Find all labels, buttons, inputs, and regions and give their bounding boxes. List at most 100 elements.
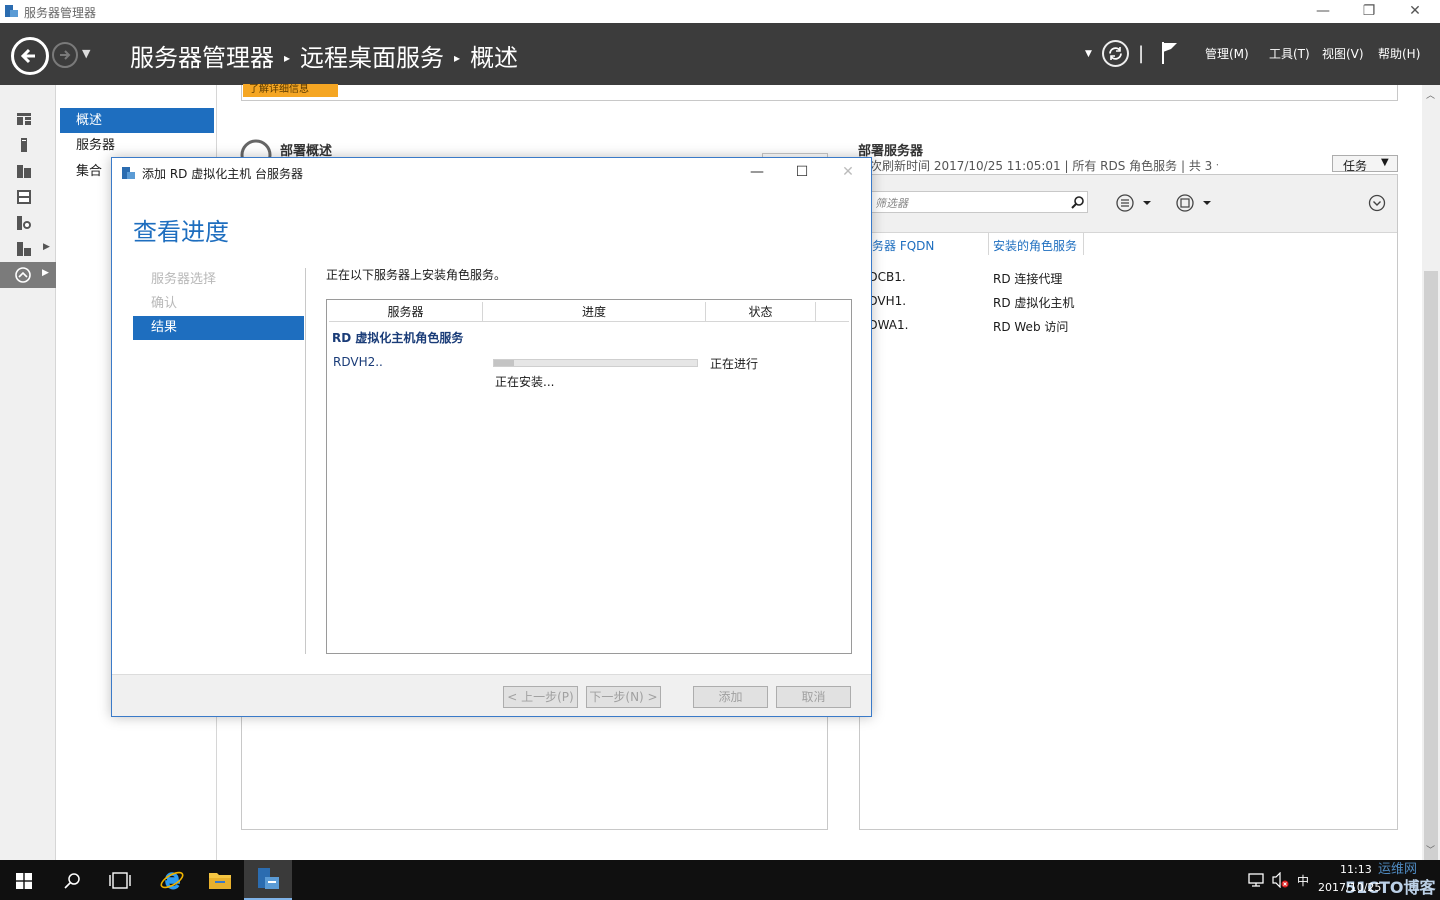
scroll-down-icon[interactable]: ﹀ bbox=[1426, 843, 1435, 856]
tasks-label: 任务 bbox=[1343, 159, 1368, 173]
column-header-server[interactable]: 服务器 bbox=[329, 302, 483, 322]
breadcrumb-separator-icon: ▸ bbox=[284, 51, 291, 65]
column-header-roles[interactable]: 安装的角色服务 bbox=[993, 237, 1077, 254]
close-button[interactable]: ✕ bbox=[1392, 0, 1438, 23]
expand-chevron-icon: ▶ bbox=[42, 268, 49, 278]
roles-group-icon[interactable] bbox=[16, 241, 32, 257]
all-servers-icon[interactable] bbox=[16, 163, 32, 179]
restore-button[interactable]: ❐ bbox=[1346, 0, 1392, 23]
back-button[interactable] bbox=[11, 37, 49, 75]
arrow-right-icon bbox=[60, 50, 71, 60]
scroll-up-icon[interactable]: ︿ bbox=[1426, 88, 1435, 101]
progress-list: 服务器 进度 状态 RD 虚拟化主机角色服务 RDVH2.. 正在进行 正在安装… bbox=[326, 299, 852, 654]
collapse-icon[interactable] bbox=[1368, 194, 1386, 212]
file-storage-icon[interactable] bbox=[16, 189, 32, 205]
dialog-description: 正在以下服务器上安装角色服务。 bbox=[326, 268, 507, 282]
breadcrumb-item[interactable]: 远程桌面服务 bbox=[300, 44, 444, 72]
dialog-minimize-button[interactable]: — bbox=[737, 158, 777, 188]
remote-desktop-icon bbox=[15, 267, 31, 283]
dashboard-icon[interactable] bbox=[16, 111, 32, 127]
iis-icon[interactable] bbox=[16, 215, 32, 231]
search-icon bbox=[64, 873, 80, 889]
menu-manage[interactable]: 管理(M) bbox=[1205, 23, 1249, 85]
dialog-titlebar: 添加 RD 虚拟化主机 台服务器 — ☐ ✕ bbox=[112, 158, 871, 188]
filter-placeholder: 筛选器 bbox=[875, 197, 908, 210]
step-confirmation: 确认 bbox=[151, 296, 178, 311]
menu-view[interactable]: 视图(V) bbox=[1322, 23, 1364, 85]
internet-explorer-icon bbox=[160, 871, 184, 890]
deployment-overview-panel bbox=[241, 717, 828, 830]
internet-explorer-button[interactable] bbox=[148, 860, 196, 900]
server-role-cell: RD 虚拟化主机 bbox=[993, 296, 1075, 310]
learn-more-banner[interactable]: 了解详细信息 bbox=[243, 84, 338, 97]
dialog-divider bbox=[305, 268, 306, 654]
last-refresh-info: 上次刷新时间 2017/10/25 11:05:01 | 所有 RDS 角色服务… bbox=[858, 159, 1218, 173]
local-server-icon[interactable] bbox=[16, 137, 32, 153]
install-status: 正在进行 bbox=[710, 357, 759, 371]
menu-help[interactable]: 帮助(H) bbox=[1378, 23, 1420, 85]
dialog-maximize-button[interactable]: ☐ bbox=[782, 158, 822, 188]
deployment-servers-panel: 筛选器 服务器 FQDN 安装的角色服务 RDCB1. RD 连接代理 RDVH… bbox=[859, 174, 1398, 830]
breadcrumb-separator-icon: ▸ bbox=[454, 51, 461, 65]
window-titlebar: 服务器管理器 — ❐ ✕ bbox=[0, 0, 1440, 23]
save-query-icon[interactable] bbox=[1176, 194, 1216, 212]
previous-button[interactable]: < 上一步(P) bbox=[503, 686, 578, 708]
notifications-flag-icon[interactable] bbox=[1160, 41, 1180, 65]
app-header: ▼ 服务器管理器 ▸ 远程桌面服务 ▸ 概述 ▼ | 管理(M) 工具(T) 视图(V)… bbox=[0, 23, 1440, 85]
welcome-panel: 了解详细信息 bbox=[241, 84, 1398, 101]
remote-desktop-nav-item[interactable]: ▶ bbox=[0, 262, 56, 288]
progress-fill bbox=[494, 360, 515, 366]
column-header-status[interactable]: 状态 bbox=[706, 302, 816, 322]
column-header-divider bbox=[329, 321, 849, 322]
network-icon[interactable] bbox=[1248, 873, 1264, 887]
subnav-item-servers[interactable]: 服务器 bbox=[60, 133, 214, 158]
vertical-scrollbar[interactable]: ︿ ﹀ bbox=[1422, 85, 1440, 900]
list-options-icon[interactable] bbox=[1116, 194, 1156, 212]
history-dropdown-icon[interactable]: ▼ bbox=[82, 47, 90, 60]
expand-chevron-icon[interactable]: ▶ bbox=[43, 242, 50, 252]
breadcrumb: 服务器管理器 ▸ 远程桌面服务 ▸ 概述 bbox=[130, 38, 518, 73]
dialog-footer: < 上一步(P) 下一步(N) > 添加 取消 bbox=[112, 674, 871, 716]
column-divider bbox=[988, 233, 989, 255]
column-divider bbox=[1083, 233, 1084, 255]
taskbar: 中 运维网 51CTO博客 11:13 2017/10/25 bbox=[0, 860, 1440, 900]
task-view-button[interactable] bbox=[96, 860, 144, 900]
ime-indicator[interactable]: 中 bbox=[1297, 872, 1309, 889]
server-manager-taskbar-button[interactable] bbox=[244, 860, 292, 900]
add-button[interactable]: 添加 bbox=[693, 686, 768, 708]
breadcrumb-item[interactable]: 服务器管理器 bbox=[130, 44, 274, 72]
windows-logo-icon bbox=[16, 873, 32, 889]
refresh-button[interactable] bbox=[1102, 40, 1129, 67]
server-manager-icon bbox=[122, 167, 135, 179]
server-name[interactable]: RDVH2.. bbox=[333, 355, 383, 369]
volume-muted-icon[interactable] bbox=[1271, 872, 1289, 888]
column-header-fqdn[interactable]: 服务器 FQDN bbox=[860, 237, 980, 254]
header-dropdown-icon[interactable]: ▼ bbox=[1085, 23, 1092, 85]
filter-input[interactable]: 筛选器 bbox=[870, 191, 1088, 213]
add-rd-virtualization-host-dialog: 添加 RD 虚拟化主机 台服务器 — ☐ ✕ 查看进度 服务器选择 确认 结果 … bbox=[111, 157, 872, 717]
clock-date[interactable]: 2017/10/25 bbox=[1318, 881, 1381, 894]
step-results[interactable]: 结果 bbox=[133, 316, 304, 340]
chevron-down-icon: ▼ bbox=[1381, 157, 1389, 168]
start-button[interactable] bbox=[0, 860, 48, 900]
search-button[interactable] bbox=[48, 860, 96, 900]
dialog-heading: 查看进度 bbox=[133, 218, 229, 246]
servers-tasks-button[interactable]: 任务 ▼ bbox=[1332, 155, 1398, 173]
forward-button[interactable] bbox=[52, 42, 78, 68]
arrow-left-icon bbox=[20, 48, 35, 64]
task-view-icon bbox=[109, 872, 131, 889]
subnav-item-overview[interactable]: 概述 bbox=[60, 108, 214, 133]
column-header-progress[interactable]: 进度 bbox=[483, 302, 706, 322]
next-button[interactable]: 下一步(N) > bbox=[586, 686, 661, 708]
server-manager-icon bbox=[258, 868, 279, 889]
search-icon[interactable] bbox=[1071, 195, 1085, 209]
dialog-close-button[interactable]: ✕ bbox=[828, 158, 868, 188]
minimize-button[interactable]: — bbox=[1300, 0, 1346, 23]
header-divider: | bbox=[1138, 43, 1145, 64]
menu-tools[interactable]: 工具(T) bbox=[1269, 23, 1310, 85]
file-explorer-button[interactable] bbox=[196, 860, 244, 900]
cancel-button[interactable]: 取消 bbox=[776, 686, 851, 708]
scrollbar-thumb[interactable] bbox=[1424, 271, 1438, 900]
refresh-icon bbox=[1109, 47, 1122, 60]
clock-time[interactable]: 11:13 bbox=[1340, 863, 1372, 876]
